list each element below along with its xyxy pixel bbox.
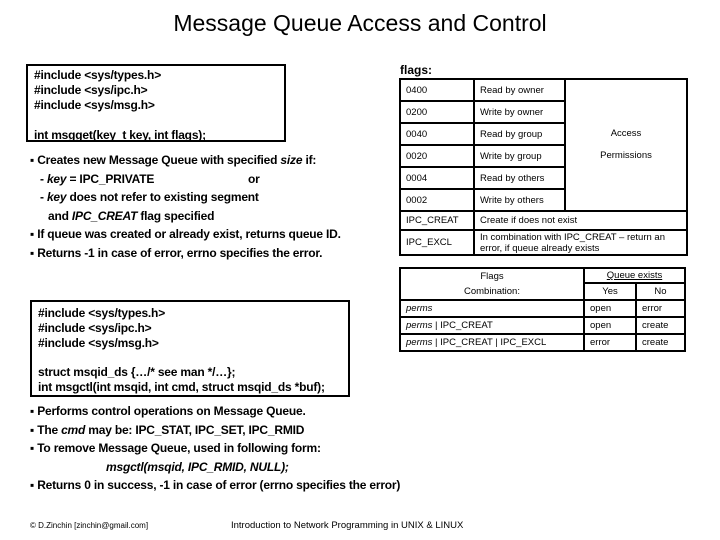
header-label: Flags bbox=[480, 271, 504, 282]
flags-label: flags: bbox=[400, 63, 433, 77]
flags-table: 0400 Read by owner Access Permissions 02… bbox=[399, 78, 688, 256]
bullet: - key does not refer to existing segment bbox=[40, 190, 259, 204]
include-line: #include <sys/ipc.h> bbox=[38, 321, 152, 335]
combo-no: create bbox=[635, 333, 686, 352]
table-row: 0400 Read by owner Access Permissions bbox=[399, 78, 688, 212]
msgget-signature: int msgget(key_t key, int flags); bbox=[34, 128, 206, 142]
header-label: Combination: bbox=[464, 286, 520, 297]
bullet: ▪ Returns -1 in case of error, errno spe… bbox=[30, 245, 323, 260]
bullet: and IPC_CREAT flag specified bbox=[48, 208, 215, 223]
msgctl-code-box: #include <sys/types.h> #include <sys/ipc… bbox=[30, 300, 350, 397]
flag-desc: Write by owner bbox=[473, 100, 566, 124]
bullet: ▪ The cmd may be: IPC_STAT, IPC_SET, IPC… bbox=[30, 422, 305, 437]
yes-header: Yes bbox=[583, 282, 637, 301]
msgctl-signature: int msgctl(int msqid, int cmd, struct ms… bbox=[38, 380, 325, 394]
flag-code: 0400 bbox=[399, 78, 475, 102]
access-permissions-group: Access Permissions bbox=[564, 78, 688, 212]
include-line: #include <sys/ipc.h> bbox=[34, 83, 148, 97]
combo-flags: perms | IPC_CREAT | IPC_EXCL bbox=[399, 333, 585, 352]
bullet: ▪ Creates new Message Queue with specifi… bbox=[30, 153, 317, 167]
flag-desc: Read by group bbox=[473, 122, 566, 146]
combo-header: Flags Combination: bbox=[399, 267, 585, 301]
include-line: #include <sys/msg.h> bbox=[38, 336, 159, 350]
flags-combination-table: Flags Combination: Queue exists Yes No p… bbox=[399, 267, 686, 352]
combo-yes: error bbox=[583, 333, 637, 352]
flag-desc: Write by others bbox=[473, 188, 566, 212]
footer-course: Introduction to Network Programming in U… bbox=[231, 520, 464, 531]
bullet: ▪ Performs control operations on Message… bbox=[30, 404, 306, 418]
footer-author: © D.Zinchin [zinchin@gmail.com] bbox=[30, 521, 149, 530]
flag-desc: Read by others bbox=[473, 166, 566, 190]
flag-desc: Read by owner bbox=[473, 78, 566, 102]
bullet: ▪ If queue was created or already exist,… bbox=[30, 227, 341, 241]
group-label: Permissions bbox=[600, 150, 652, 161]
table-row: IPC_EXCL In combination with IPC_CREAT –… bbox=[399, 229, 688, 256]
include-line: #include <sys/types.h> bbox=[38, 306, 165, 320]
table-row: Flags Combination: Queue exists bbox=[399, 267, 686, 301]
flag-code: 0002 bbox=[399, 188, 475, 212]
flag-code: IPC_EXCL bbox=[399, 229, 475, 256]
flag-code: 0004 bbox=[399, 166, 475, 190]
flag-desc: Write by group bbox=[473, 144, 566, 168]
flag-code: 0040 bbox=[399, 122, 475, 146]
flag-code: IPC_CREAT bbox=[399, 210, 475, 231]
table-row: perms open error bbox=[399, 299, 686, 318]
combo-flags: perms bbox=[399, 299, 585, 318]
page-title: Message Queue Access and Control bbox=[173, 10, 547, 36]
flag-desc: Create if does not exist bbox=[473, 210, 688, 231]
table-row: IPC_CREAT Create if does not exist bbox=[399, 210, 688, 231]
group-label: Access bbox=[610, 128, 642, 139]
queue-exists-header: Queue exists bbox=[583, 267, 686, 284]
table-row: perms | IPC_CREAT | IPC_EXCL error creat… bbox=[399, 333, 686, 352]
combo-flags: perms | IPC_CREAT bbox=[399, 316, 585, 335]
flag-desc: In combination with IPC_CREAT – return a… bbox=[473, 229, 688, 256]
include-line: #include <sys/types.h> bbox=[34, 68, 161, 82]
flag-code: 0020 bbox=[399, 144, 475, 168]
struct-declaration: struct msqid_ds {…/* see man */…}; bbox=[38, 365, 236, 379]
table-row: perms | IPC_CREAT open create bbox=[399, 316, 686, 335]
combo-no: create bbox=[635, 316, 686, 335]
no-header: No bbox=[635, 282, 686, 301]
combo-yes: open bbox=[583, 299, 637, 318]
combo-no: error bbox=[635, 299, 686, 318]
flag-code: 0200 bbox=[399, 100, 475, 124]
bullet: ▪ Returns 0 in success, -1 in case of er… bbox=[30, 478, 401, 492]
msgget-code-box: #include <sys/types.h> #include <sys/ipc… bbox=[26, 64, 286, 142]
combo-yes: open bbox=[583, 316, 637, 335]
bullet: ▪ To remove Message Queue, used in follo… bbox=[30, 441, 321, 455]
msgget-description: ▪ Creates new Message Queue with specifi… bbox=[30, 151, 390, 262]
msgctl-description: ▪ Performs control operations on Message… bbox=[30, 402, 450, 495]
code-example: msgctl(msqid, IPC_RMID, NULL); bbox=[106, 459, 289, 474]
bullet: - key = IPC_PRIVATE or bbox=[40, 171, 260, 186]
include-line: #include <sys/msg.h> bbox=[34, 98, 155, 112]
